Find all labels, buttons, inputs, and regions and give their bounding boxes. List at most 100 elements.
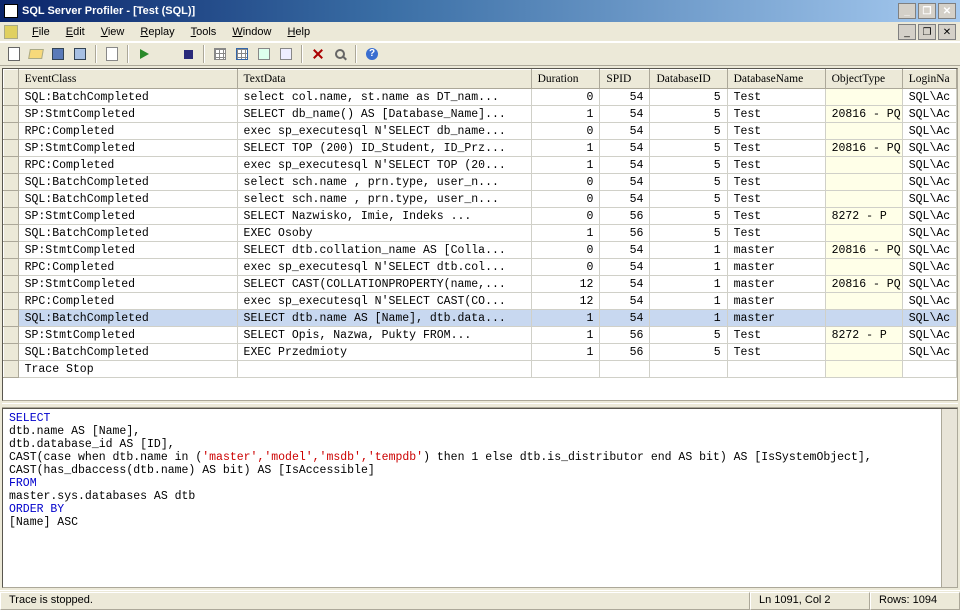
cell-databaseId[interactable]: 5 bbox=[650, 89, 727, 106]
cell-eventClass[interactable]: SQL:BatchCompleted bbox=[18, 344, 237, 361]
events-grid-scroll[interactable]: EventClassTextDataDurationSPIDDatabaseID… bbox=[3, 69, 957, 400]
cell-eventClass[interactable]: SP:StmtCompleted bbox=[18, 327, 237, 344]
cell-databaseName[interactable]: Test bbox=[727, 140, 825, 157]
cell-duration[interactable]: 12 bbox=[531, 293, 600, 310]
table-row[interactable]: SP:StmtCompletedSELECT TOP (200) ID_Stud… bbox=[4, 140, 957, 157]
cell-databaseName[interactable]: master bbox=[727, 310, 825, 327]
cell-spid[interactable]: 54 bbox=[600, 123, 650, 140]
cell-duration[interactable]: 1 bbox=[531, 157, 600, 174]
menu-tools[interactable]: Tools bbox=[183, 24, 225, 40]
menu-file[interactable]: File bbox=[24, 24, 58, 40]
cell-textData[interactable]: SELECT Opis, Nazwa, Pukty FROM... bbox=[237, 327, 531, 344]
cell-eventClass[interactable]: SQL:BatchCompleted bbox=[18, 225, 237, 242]
cell-databaseName[interactable] bbox=[727, 361, 825, 378]
cell-eventClass[interactable]: SQL:BatchCompleted bbox=[18, 310, 237, 327]
run-button[interactable] bbox=[134, 44, 154, 64]
cell-loginName[interactable]: SQL\Ac bbox=[902, 191, 956, 208]
table-row[interactable]: RPC:Completedexec sp_executesql N'SELECT… bbox=[4, 293, 957, 310]
column-header-duration[interactable]: Duration bbox=[531, 70, 600, 89]
new-trace-button[interactable] bbox=[4, 44, 24, 64]
cell-loginName[interactable]: SQL\Ac bbox=[902, 276, 956, 293]
cell-databaseName[interactable]: Test bbox=[727, 191, 825, 208]
cell-duration[interactable]: 0 bbox=[531, 208, 600, 225]
menu-help[interactable]: Help bbox=[279, 24, 318, 40]
cell-textData[interactable]: exec sp_executesql N'SELECT dtb.col... bbox=[237, 259, 531, 276]
cell-objectType[interactable] bbox=[825, 191, 902, 208]
cell-databaseId[interactable]: 5 bbox=[650, 174, 727, 191]
cell-spid[interactable]: 56 bbox=[600, 225, 650, 242]
cell-eventClass[interactable]: RPC:Completed bbox=[18, 259, 237, 276]
toggle-tree-button[interactable] bbox=[210, 44, 230, 64]
table-row[interactable]: SP:StmtCompletedSELECT db_name() AS [Dat… bbox=[4, 106, 957, 123]
cell-databaseId[interactable]: 1 bbox=[650, 310, 727, 327]
cell-spid[interactable]: 54 bbox=[600, 89, 650, 106]
cell-databaseId[interactable] bbox=[650, 361, 727, 378]
cell-spid[interactable]: 54 bbox=[600, 276, 650, 293]
cell-databaseName[interactable]: master bbox=[727, 242, 825, 259]
table-row[interactable]: SQL:BatchCompletedSELECT dtb.name AS [Na… bbox=[4, 310, 957, 327]
column-header-objectType[interactable]: ObjectType bbox=[825, 70, 902, 89]
cell-textData[interactable]: EXEC Osoby bbox=[237, 225, 531, 242]
cell-objectType[interactable] bbox=[825, 174, 902, 191]
cell-databaseId[interactable]: 5 bbox=[650, 191, 727, 208]
cell-databaseName[interactable]: master bbox=[727, 276, 825, 293]
cell-duration[interactable]: 0 bbox=[531, 89, 600, 106]
cell-objectType[interactable]: 20816 - PQ bbox=[825, 106, 902, 123]
cell-databaseName[interactable]: Test bbox=[727, 123, 825, 140]
cell-databaseId[interactable]: 5 bbox=[650, 140, 727, 157]
cell-textData[interactable]: select col.name, st.name as DT_nam... bbox=[237, 89, 531, 106]
table-row[interactable]: RPC:Completedexec sp_executesql N'SELECT… bbox=[4, 259, 957, 276]
events-grid[interactable]: EventClassTextDataDurationSPIDDatabaseID… bbox=[3, 69, 957, 378]
cell-loginName[interactable]: SQL\Ac bbox=[902, 89, 956, 106]
menu-replay[interactable]: Replay bbox=[132, 24, 182, 40]
pause-button[interactable] bbox=[156, 44, 176, 64]
cell-databaseName[interactable]: master bbox=[727, 259, 825, 276]
table-row[interactable]: RPC:Completedexec sp_executesql N'SELECT… bbox=[4, 157, 957, 174]
cell-objectType[interactable] bbox=[825, 361, 902, 378]
cell-duration[interactable]: 0 bbox=[531, 191, 600, 208]
cell-loginName[interactable]: SQL\Ac bbox=[902, 174, 956, 191]
open-trace-button[interactable] bbox=[26, 44, 46, 64]
cell-objectType[interactable]: 20816 - PQ bbox=[825, 140, 902, 157]
cell-textData[interactable]: exec sp_executesql N'SELECT CAST(CO... bbox=[237, 293, 531, 310]
cell-textData[interactable]: exec sp_executesql N'SELECT TOP (20... bbox=[237, 157, 531, 174]
column-header-databaseName[interactable]: DatabaseName bbox=[727, 70, 825, 89]
cell-objectType[interactable] bbox=[825, 344, 902, 361]
table-row[interactable]: SQL:BatchCompleted select sch.name , prn… bbox=[4, 174, 957, 191]
cell-textData[interactable]: SELECT db_name() AS [Database_Name]... bbox=[237, 106, 531, 123]
column-header-textData[interactable]: TextData bbox=[237, 70, 531, 89]
cell-textData[interactable]: exec sp_executesql N'SELECT db_name... bbox=[237, 123, 531, 140]
cell-databaseName[interactable]: Test bbox=[727, 225, 825, 242]
cell-loginName[interactable]: SQL\Ac bbox=[902, 259, 956, 276]
cell-objectType[interactable] bbox=[825, 157, 902, 174]
cell-databaseId[interactable]: 1 bbox=[650, 242, 727, 259]
cell-spid[interactable]: 54 bbox=[600, 242, 650, 259]
table-row[interactable]: SQL:BatchCompleted EXEC Osoby1565TestSQL… bbox=[4, 225, 957, 242]
cell-databaseId[interactable]: 5 bbox=[650, 157, 727, 174]
cell-spid[interactable]: 56 bbox=[600, 208, 650, 225]
cell-eventClass[interactable]: RPC:Completed bbox=[18, 293, 237, 310]
table-row[interactable]: SP:StmtCompletedSELECT Opis, Nazwa, Pukt… bbox=[4, 327, 957, 344]
cell-eventClass[interactable]: SP:StmtCompleted bbox=[18, 208, 237, 225]
table-row[interactable]: SQL:BatchCompleted select sch.name , prn… bbox=[4, 191, 957, 208]
cell-spid[interactable]: 56 bbox=[600, 344, 650, 361]
detail-scrollbar[interactable] bbox=[941, 409, 957, 587]
auto-scroll-button[interactable] bbox=[232, 44, 252, 64]
cell-spid[interactable]: 54 bbox=[600, 259, 650, 276]
cell-loginName[interactable]: SQL\Ac bbox=[902, 242, 956, 259]
cell-objectType[interactable] bbox=[825, 293, 902, 310]
cell-textData[interactable]: EXEC Przedmioty bbox=[237, 344, 531, 361]
cell-duration[interactable]: 0 bbox=[531, 123, 600, 140]
cell-loginName[interactable] bbox=[902, 361, 956, 378]
cell-spid[interactable]: 54 bbox=[600, 157, 650, 174]
cell-spid[interactable]: 54 bbox=[600, 191, 650, 208]
cell-databaseId[interactable]: 5 bbox=[650, 225, 727, 242]
clear-trace-button[interactable] bbox=[308, 44, 328, 64]
cell-textData[interactable]: SELECT dtb.name AS [Name], dtb.data... bbox=[237, 310, 531, 327]
cell-duration[interactable]: 1 bbox=[531, 106, 600, 123]
cell-duration[interactable]: 1 bbox=[531, 140, 600, 157]
cell-loginName[interactable]: SQL\Ac bbox=[902, 140, 956, 157]
close-button[interactable]: ✕ bbox=[938, 3, 956, 19]
cell-loginName[interactable]: SQL\Ac bbox=[902, 106, 956, 123]
cell-databaseId[interactable]: 5 bbox=[650, 327, 727, 344]
